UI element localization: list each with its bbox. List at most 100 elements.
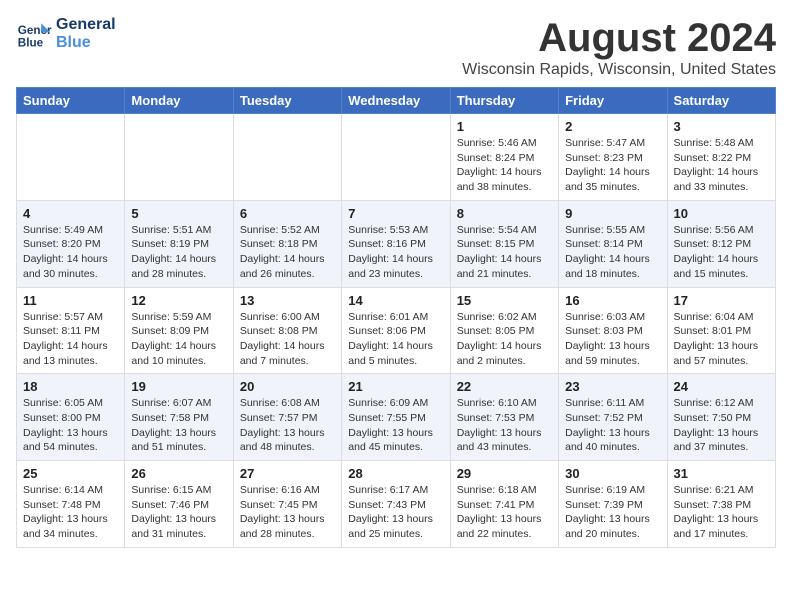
- day-number: 1: [457, 119, 552, 134]
- day-number: 17: [674, 293, 769, 308]
- day-number: 20: [240, 379, 335, 394]
- day-number: 14: [348, 293, 443, 308]
- day-number: 19: [131, 379, 226, 394]
- day-info: Sunrise: 6:07 AM Sunset: 7:58 PM Dayligh…: [131, 396, 226, 455]
- day-number: 27: [240, 466, 335, 481]
- calendar-cell: 6Sunrise: 5:52 AM Sunset: 8:18 PM Daylig…: [233, 200, 341, 287]
- day-info: Sunrise: 5:49 AM Sunset: 8:20 PM Dayligh…: [23, 223, 118, 282]
- column-header-wednesday: Wednesday: [342, 88, 450, 114]
- calendar-cell: 25 Sunrise: 6:14 AM Sunset: 7:48 PM Dayli…: [17, 461, 125, 548]
- column-header-saturday: Saturday: [667, 88, 775, 114]
- calendar-cell: 30 Sunrise: 6:19 AM Sunset: 7:39 PM Dayli…: [559, 461, 667, 548]
- main-title: August 2024: [462, 16, 776, 61]
- calendar-cell: 1Sunrise: 5:46 AM Sunset: 8:24 PM Daylig…: [450, 114, 558, 201]
- day-info: Sunrise: 6:00 AM Sunset: 8:08 PM Dayligh…: [240, 310, 335, 369]
- calendar-body: 1Sunrise: 5:46 AM Sunset: 8:24 PM Daylig…: [17, 114, 776, 548]
- day-number: 8: [457, 206, 552, 221]
- day-number: 25: [23, 466, 118, 481]
- day-number: 2: [565, 119, 660, 134]
- calendar-cell: 21 Sunrise: 6:09 AM Sunset: 7:55 PM Dayli…: [342, 374, 450, 461]
- calendar-cell: 11 Sunrise: 5:57 AM Sunset: 8:11 PM Dayli…: [17, 287, 125, 374]
- day-info: Sunrise: 6:02 AM Sunset: 8:05 PM Dayligh…: [457, 310, 552, 369]
- calendar-cell: 9 Sunrise: 5:55 AM Sunset: 8:14 PM Daylig…: [559, 200, 667, 287]
- day-number: 23: [565, 379, 660, 394]
- calendar-cell: 20 Sunrise: 6:08 AM Sunset: 7:57 PM Dayli…: [233, 374, 341, 461]
- calendar-week-1: 1Sunrise: 5:46 AM Sunset: 8:24 PM Daylig…: [17, 114, 776, 201]
- day-number: 11: [23, 293, 118, 308]
- calendar-cell: 26Sunrise: 6:15 AM Sunset: 7:46 PM Dayli…: [125, 461, 233, 548]
- day-info: Sunrise: 5:48 AM Sunset: 8:22 PM Dayligh…: [674, 136, 769, 195]
- calendar-cell: 31Sunrise: 6:21 AM Sunset: 7:38 PM Dayli…: [667, 461, 775, 548]
- day-info: Sunrise: 6:03 AM Sunset: 8:03 PM Dayligh…: [565, 310, 660, 369]
- logo-text-blue: Blue: [56, 34, 116, 52]
- day-info: Sunrise: 6:04 AM Sunset: 8:01 PM Dayligh…: [674, 310, 769, 369]
- calendar-cell: 15 Sunrise: 6:02 AM Sunset: 8:05 PM Dayli…: [450, 287, 558, 374]
- calendar-cell: 12 Sunrise: 5:59 AM Sunset: 8:09 PM Dayli…: [125, 287, 233, 374]
- calendar-cell: 8 Sunrise: 5:54 AM Sunset: 8:15 PM Daylig…: [450, 200, 558, 287]
- day-number: 7: [348, 206, 443, 221]
- day-info: Sunrise: 6:01 AM Sunset: 8:06 PM Dayligh…: [348, 310, 443, 369]
- calendar-cell: [125, 114, 233, 201]
- day-info: Sunrise: 5:53 AM Sunset: 8:16 PM Dayligh…: [348, 223, 443, 282]
- calendar-cell: 23 Sunrise: 6:11 AM Sunset: 7:52 PM Dayli…: [559, 374, 667, 461]
- day-info: Sunrise: 6:15 AM Sunset: 7:46 PM Dayligh…: [131, 483, 226, 542]
- calendar-cell: 14 Sunrise: 6:01 AM Sunset: 8:06 PM Dayli…: [342, 287, 450, 374]
- day-info: Sunrise: 5:51 AM Sunset: 8:19 PM Dayligh…: [131, 223, 226, 282]
- day-number: 9: [565, 206, 660, 221]
- day-number: 28: [348, 466, 443, 481]
- day-info: Sunrise: 6:08 AM Sunset: 7:57 PM Dayligh…: [240, 396, 335, 455]
- day-number: 21: [348, 379, 443, 394]
- calendar-cell: [233, 114, 341, 201]
- day-info: Sunrise: 5:59 AM Sunset: 8:09 PM Dayligh…: [131, 310, 226, 369]
- calendar-header-row: SundayMondayTuesdayWednesdayThursdayFrid…: [17, 88, 776, 114]
- day-info: Sunrise: 6:12 AM Sunset: 7:50 PM Dayligh…: [674, 396, 769, 455]
- calendar-cell: 2 Sunrise: 5:47 AM Sunset: 8:23 PM Daylig…: [559, 114, 667, 201]
- day-info: Sunrise: 5:54 AM Sunset: 8:15 PM Dayligh…: [457, 223, 552, 282]
- day-info: Sunrise: 5:57 AM Sunset: 8:11 PM Dayligh…: [23, 310, 118, 369]
- day-info: Sunrise: 6:14 AM Sunset: 7:48 PM Dayligh…: [23, 483, 118, 542]
- calendar-cell: 27 Sunrise: 6:16 AM Sunset: 7:45 PM Dayli…: [233, 461, 341, 548]
- day-info: Sunrise: 5:47 AM Sunset: 8:23 PM Dayligh…: [565, 136, 660, 195]
- calendar-cell: [342, 114, 450, 201]
- logo: General Blue General Blue: [16, 16, 116, 52]
- day-info: Sunrise: 6:17 AM Sunset: 7:43 PM Dayligh…: [348, 483, 443, 542]
- day-number: 13: [240, 293, 335, 308]
- page-header: General Blue General Blue August 2024 Wi…: [16, 16, 776, 79]
- logo-icon: General Blue: [16, 16, 52, 52]
- day-info: Sunrise: 5:55 AM Sunset: 8:14 PM Dayligh…: [565, 223, 660, 282]
- day-info: Sunrise: 6:09 AM Sunset: 7:55 PM Dayligh…: [348, 396, 443, 455]
- day-number: 22: [457, 379, 552, 394]
- calendar-cell: 29 Sunrise: 6:18 AM Sunset: 7:41 PM Dayli…: [450, 461, 558, 548]
- day-number: 29: [457, 466, 552, 481]
- calendar-cell: 16 Sunrise: 6:03 AM Sunset: 8:03 PM Dayli…: [559, 287, 667, 374]
- calendar-table: SundayMondayTuesdayWednesdayThursdayFrid…: [16, 87, 776, 548]
- day-info: Sunrise: 6:21 AM Sunset: 7:38 PM Dayligh…: [674, 483, 769, 542]
- day-number: 30: [565, 466, 660, 481]
- calendar-cell: 10 Sunrise: 5:56 AM Sunset: 8:12 PM Dayli…: [667, 200, 775, 287]
- calendar-week-3: 11 Sunrise: 5:57 AM Sunset: 8:11 PM Dayli…: [17, 287, 776, 374]
- day-number: 12: [131, 293, 226, 308]
- day-number: 15: [457, 293, 552, 308]
- column-header-tuesday: Tuesday: [233, 88, 341, 114]
- calendar-cell: 3Sunrise: 5:48 AM Sunset: 8:22 PM Daylig…: [667, 114, 775, 201]
- calendar-cell: 28 Sunrise: 6:17 AM Sunset: 7:43 PM Dayli…: [342, 461, 450, 548]
- day-number: 4: [23, 206, 118, 221]
- calendar-cell: 5 Sunrise: 5:51 AM Sunset: 8:19 PM Daylig…: [125, 200, 233, 287]
- day-number: 5: [131, 206, 226, 221]
- calendar-cell: 19 Sunrise: 6:07 AM Sunset: 7:58 PM Dayli…: [125, 374, 233, 461]
- title-area: August 2024 Wisconsin Rapids, Wisconsin,…: [462, 16, 776, 79]
- calendar-cell: 24Sunrise: 6:12 AM Sunset: 7:50 PM Dayli…: [667, 374, 775, 461]
- day-info: Sunrise: 5:52 AM Sunset: 8:18 PM Dayligh…: [240, 223, 335, 282]
- day-info: Sunrise: 5:56 AM Sunset: 8:12 PM Dayligh…: [674, 223, 769, 282]
- day-info: Sunrise: 6:16 AM Sunset: 7:45 PM Dayligh…: [240, 483, 335, 542]
- day-info: Sunrise: 6:11 AM Sunset: 7:52 PM Dayligh…: [565, 396, 660, 455]
- calendar-week-5: 25 Sunrise: 6:14 AM Sunset: 7:48 PM Dayli…: [17, 461, 776, 548]
- day-number: 10: [674, 206, 769, 221]
- calendar-cell: 22Sunrise: 6:10 AM Sunset: 7:53 PM Dayli…: [450, 374, 558, 461]
- day-number: 16: [565, 293, 660, 308]
- day-info: Sunrise: 6:18 AM Sunset: 7:41 PM Dayligh…: [457, 483, 552, 542]
- calendar-cell: [17, 114, 125, 201]
- column-header-thursday: Thursday: [450, 88, 558, 114]
- calendar-cell: 13 Sunrise: 6:00 AM Sunset: 8:08 PM Dayli…: [233, 287, 341, 374]
- day-info: Sunrise: 6:19 AM Sunset: 7:39 PM Dayligh…: [565, 483, 660, 542]
